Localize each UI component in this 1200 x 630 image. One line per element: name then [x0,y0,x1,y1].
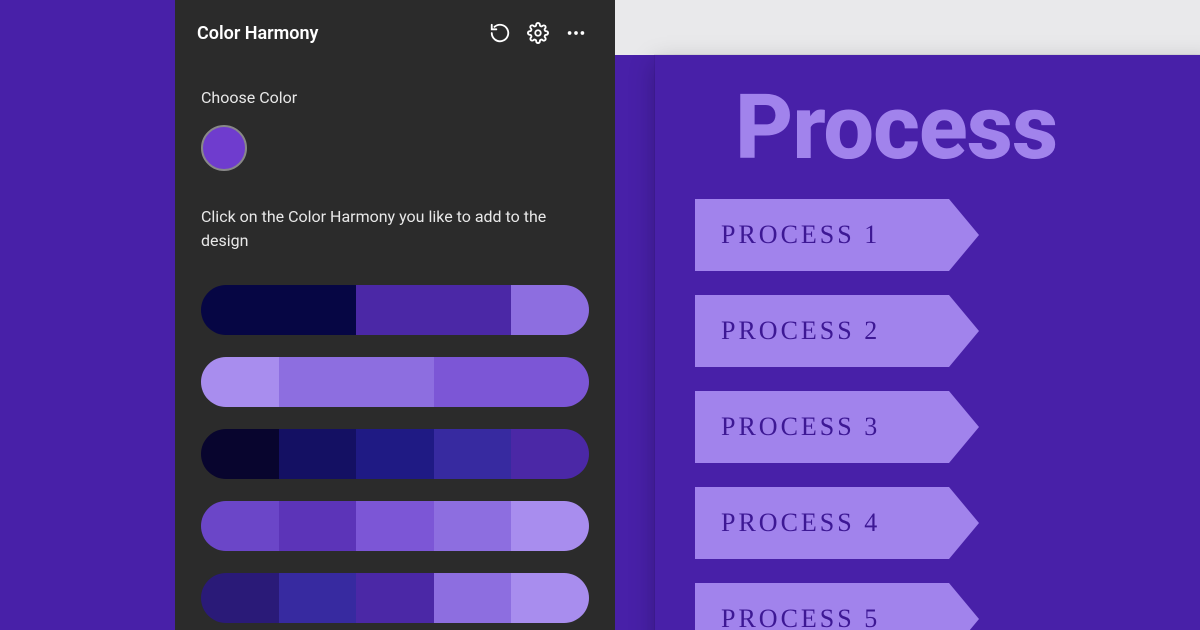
process-step-label: PROCESS 5 [721,604,880,630]
palette-swatch [279,285,357,335]
chevron-right-icon [949,295,979,367]
palette-swatch [356,357,434,407]
instruction-text: Click on the Color Harmony you like to a… [201,205,581,253]
process-step-4[interactable]: PROCESS 4 [695,487,1200,559]
palette-swatch [201,429,279,479]
palette-2[interactable] [201,357,589,407]
choose-color-label: Choose Color [201,88,589,107]
palette-swatch [279,357,357,407]
palette-swatch [356,429,434,479]
doc-title[interactable]: Process [655,55,1200,199]
palette-swatch [434,285,512,335]
palette-3[interactable] [201,429,589,479]
design-document[interactable]: Process PROCESS 1PROCESS 2PROCESS 3PROCE… [655,55,1200,630]
palette-swatch [356,501,434,551]
process-step-2[interactable]: PROCESS 2 [695,295,1200,367]
palette-swatch [201,285,279,335]
palette-swatch [434,501,512,551]
panel-body: Choose Color Click on the Color Harmony … [175,64,615,630]
step-list: PROCESS 1 PROCESS 2 PROCESS 3 PROCESS 4 PROC… [655,199,1200,630]
palette-swatch [279,501,357,551]
palette-swatch [356,573,434,623]
chevron-right-icon [949,391,979,463]
process-step-label: PROCESS 4 [721,508,880,538]
selected-color-swatch[interactable] [201,125,247,171]
palette-swatch [511,357,589,407]
palette-swatch [356,285,434,335]
palette-swatch [434,429,512,479]
process-step-label: PROCESS 3 [721,412,880,442]
process-step-label: PROCESS 1 [721,220,880,250]
canvas-background [615,0,1200,55]
chevron-right-icon [949,583,979,630]
chevron-right-icon [949,487,979,559]
palette-swatch [434,357,512,407]
palette-5[interactable] [201,573,589,623]
panel-title: Color Harmony [197,23,479,44]
palette-swatch [511,573,589,623]
process-step-5[interactable]: PROCESS 5 [695,583,1200,630]
more-icon[interactable] [559,16,593,50]
palette-swatch [279,429,357,479]
panel-header: Color Harmony [175,0,615,64]
process-step-1[interactable]: PROCESS 1 [695,199,1200,271]
palette-swatch [434,573,512,623]
palette-swatch [511,501,589,551]
palette-swatch [201,357,279,407]
palette-list [201,285,589,630]
refresh-icon[interactable] [483,16,517,50]
palette-1[interactable] [201,285,589,335]
palette-4[interactable] [201,501,589,551]
palette-swatch [201,573,279,623]
chevron-right-icon [949,199,979,271]
palette-swatch [511,429,589,479]
process-step-label: PROCESS 2 [721,316,880,346]
process-step-3[interactable]: PROCESS 3 [695,391,1200,463]
palette-swatch [201,501,279,551]
gear-icon[interactable] [521,16,555,50]
palette-swatch [511,285,589,335]
color-harmony-panel: Color Harmony Choose Color Click on the … [175,0,615,630]
palette-swatch [279,573,357,623]
